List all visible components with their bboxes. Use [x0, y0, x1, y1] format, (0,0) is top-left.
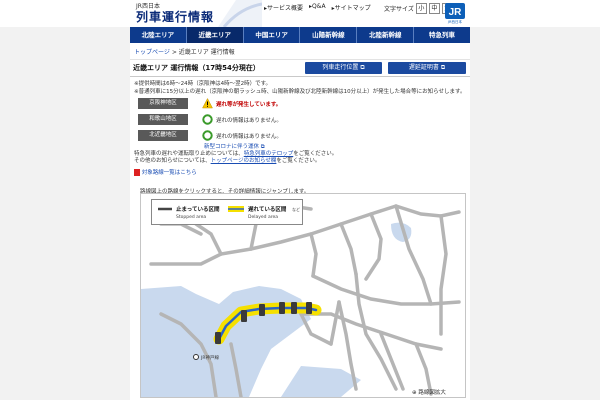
train-marker — [291, 302, 297, 314]
ok-circle-icon — [202, 114, 213, 125]
qa-link[interactable]: ▸Q&A — [309, 3, 326, 12]
map-legend: 止まっている区間 Stopped area 遅れている区間 など Delayed… — [151, 199, 303, 225]
sitemap-link[interactable]: ▸サイトマップ — [332, 3, 371, 12]
tab-hokuriku-shinkansen[interactable]: 北陸新幹線 — [357, 27, 415, 43]
train-position-label: 列車走行位置 — [322, 64, 359, 71]
delay-certificate-label: 遅延証明書 — [408, 64, 439, 71]
rail-line-takarazuka — [309, 232, 318, 278]
rail-line-hokuriku — [394, 204, 461, 218]
legend-delayed-en: Delayed area — [248, 214, 278, 220]
header-swoosh-decoration — [218, 0, 262, 27]
font-size-selector: 文字サイズ 小 中 大 — [384, 3, 453, 14]
legend-graphic: 止まっている区間 Stopped area 遅れている区間 など Delayed… — [158, 205, 300, 220]
station-label: JR神戸線 — [200, 354, 219, 361]
rail-line-kosei — [364, 212, 383, 281]
logo-text: JR — [449, 7, 463, 18]
pdf-icon — [134, 169, 140, 176]
page: JR西日本 列車運行情報 ▸サービス概要 ▸Q&A ▸サイトマップ 文字サイズ … — [0, 0, 600, 400]
notice-delay-threshold: ※普通列車に15分以上の遅れ（京阪神の朝ラッシュ時、山陽新幹線及び北陸新幹線は1… — [134, 89, 466, 95]
rail-line-kusatsu — [311, 274, 461, 306]
breadcrumb: トップページ > 近畿エリア 運行情報 — [134, 47, 235, 56]
logo-subtext: JR西日本 — [447, 19, 462, 24]
font-size-label: 文字サイズ — [384, 6, 414, 13]
ok-circle-icon — [202, 130, 213, 141]
tab-kinki-area[interactable]: 近畿エリア — [186, 27, 244, 43]
service-overview-link[interactable]: ▸サービス概要 — [264, 3, 303, 12]
route-map[interactable]: JR神戸線 止まっている区間 Stopped area 遅れている区間 など D… — [140, 193, 466, 399]
legend-stopped-label: 止まっている区間 — [176, 205, 220, 213]
site-title[interactable]: 列車運行情報 — [136, 8, 214, 25]
train-position-button[interactable]: 列車走行位置 ⧉ — [305, 62, 382, 74]
status-keihanshin[interactable]: 遅れ等が発生しています。 — [216, 100, 281, 108]
main-panel: トップページ > 近畿エリア 運行情報 近畿エリア 運行情報（17時54分現在）… — [130, 43, 470, 400]
region-label-keihanshin: 京阪神地区 — [138, 98, 188, 109]
font-size-small-button[interactable]: 小 — [415, 3, 427, 14]
region-label-wakayama: 和歌山地区 — [138, 114, 188, 125]
target-lines-pdf-link[interactable]: 対象路線一覧はこちら — [134, 168, 197, 176]
train-marker — [259, 304, 265, 316]
magnifier-icon: ⊕ — [412, 390, 417, 396]
map-enlarge-link[interactable]: ⊕ 路線図拡大 — [412, 388, 446, 396]
tab-limited-express[interactable]: 特急列車 — [414, 27, 470, 43]
station-dot — [193, 354, 199, 360]
breadcrumb-current: 近畿エリア 運行情報 — [178, 49, 235, 56]
tab-sanyo-shinkansen[interactable]: 山陽新幹線 — [300, 27, 358, 43]
other-notices-info: その他のお知らせについては、トップページのお知らせ欄をご覧ください。 — [134, 158, 321, 164]
bay-area — [281, 366, 361, 397]
breadcrumb-separator: > — [171, 49, 177, 56]
rail-line-gakkentoshi — [339, 222, 358, 276]
notice-hours: ※提供時間は6時〜24時（京阪神は4時〜翌2時）です。 — [134, 81, 272, 87]
train-marker — [215, 332, 221, 344]
font-size-medium-button[interactable]: 中 — [428, 3, 440, 14]
header: JR西日本 列車運行情報 ▸サービス概要 ▸Q&A ▸サイトマップ 文字サイズ … — [0, 0, 600, 27]
area-nav: 北陸エリア 近畿エリア 中国エリア 山陽新幹線 北陸新幹線 特急列車 — [130, 27, 470, 43]
top-page-notices-link[interactable]: トップページのお知らせ欄 — [211, 158, 277, 164]
train-marker — [279, 302, 285, 314]
delay-certificate-button[interactable]: 遅延証明書 ⧉ — [388, 62, 466, 74]
legend-stopped-en: Stopped area — [176, 214, 206, 220]
status-kitakinki: 遅れの情報はありません。 — [216, 134, 282, 140]
warning-icon — [202, 98, 213, 109]
train-marker — [241, 310, 247, 322]
legend-delayed-label: 遅れている区間 — [248, 205, 287, 213]
page-title: 近畿エリア 運行情報（17時54分現在） — [133, 64, 260, 72]
rail-line-fukuchiyama — [194, 222, 223, 256]
tab-chugoku-area[interactable]: 中国エリア — [244, 27, 301, 43]
header-links: ▸サービス概要 ▸Q&A ▸サイトマップ — [264, 3, 371, 12]
legend-delayed-suffix: など — [292, 206, 300, 212]
rail-line-kusatsu-east — [439, 214, 448, 336]
jr-west-logo[interactable]: JR JR西日本 — [444, 2, 466, 24]
region-label-kitakinki: 北近畿地区 — [138, 130, 188, 141]
status-wakayama: 遅れの情報はありません。 — [216, 118, 282, 124]
rail-line-biwako — [394, 204, 433, 306]
breadcrumb-home-link[interactable]: トップページ — [134, 49, 170, 56]
rail-line-wakayama — [414, 342, 433, 396]
tab-hokuriku-area[interactable]: 北陸エリア — [130, 27, 187, 43]
rail-line-loop-west — [329, 300, 341, 346]
title-bar: 近畿エリア 運行情報（17時54分現在） 列車走行位置 ⧉ 遅延証明書 ⧉ — [130, 59, 470, 77]
train-marker — [306, 302, 312, 314]
